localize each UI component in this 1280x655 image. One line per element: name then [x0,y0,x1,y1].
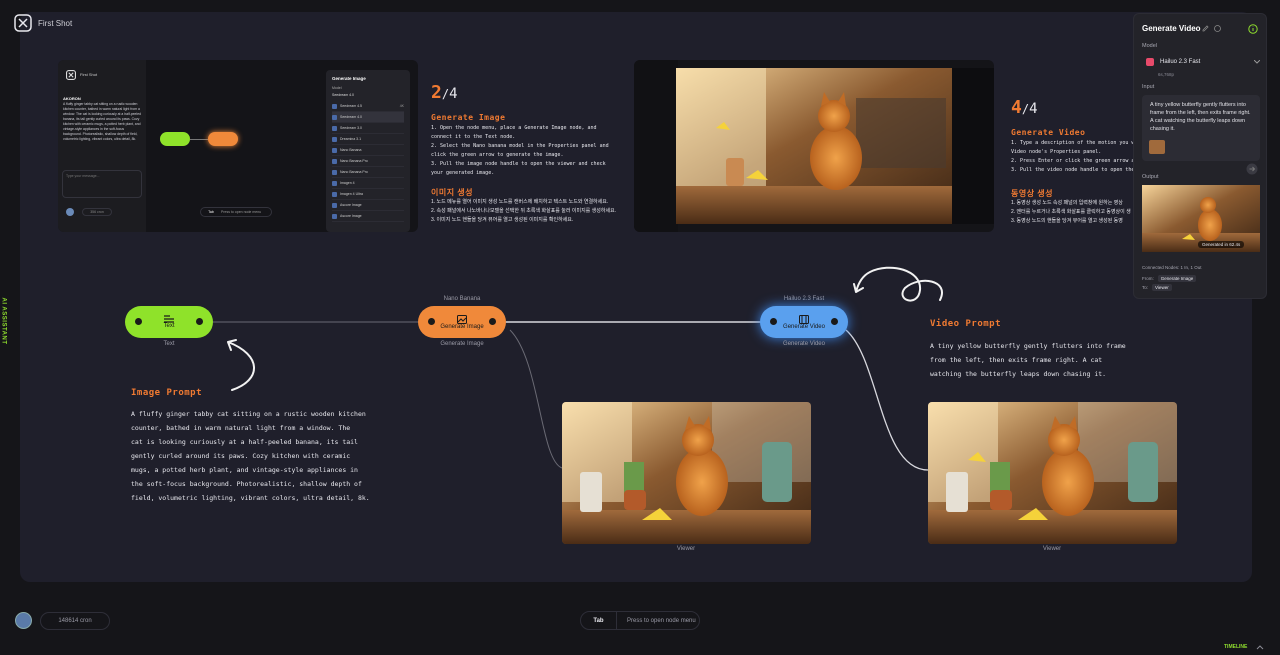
image-node-caption: Generate Image [440,341,484,347]
to-label: To: [1142,285,1149,290]
chevron-up-icon[interactable] [1256,644,1264,650]
to-node-chip[interactable]: Viewer [1152,284,1172,291]
text-line: gently curled around its paws. Cozy kitc… [131,452,351,460]
video-prompt-title: Video Prompt [930,319,1002,329]
image-prompt-title: Image Prompt [131,388,203,398]
model-logo-icon [1146,58,1154,66]
generate-video-node[interactable]: Generate Video [760,306,848,338]
video-node-model: Hailuo 2.3 Fast [783,296,825,302]
input-label: Input [1142,84,1155,90]
text-node-icon [164,315,174,323]
video-prompt-text: A tiny yellow butterfly gently flutters … [930,339,1130,381]
viewer-caption-left: Viewer [676,546,696,552]
credits-badge: 148614 cron [40,612,110,630]
input-field[interactable]: A tiny yellow butterfly gently flutters … [1142,95,1260,161]
generation-time-badge: Generated in 62.4s [1198,241,1245,248]
properties-panel: Generate Video Model Hailuo 2.3 Fast 6s,… [1133,13,1267,299]
arrow-doodle-icon [853,266,943,302]
video-node-caption: Generate Video [783,341,825,347]
output-label: Output [1142,174,1159,180]
text-line: from the left, then exits frame right. A… [930,356,1103,364]
user-avatar[interactable] [15,612,32,629]
connected-nodes: Connected Nodes: 1 In, 1 Out [1142,265,1202,270]
input-image-thumbnail[interactable] [1149,140,1165,154]
viewer-image-right[interactable] [928,402,1177,544]
tab-hint: Press to open node menu [627,617,696,624]
text-line: field, volumetric lighting, vibrant colo… [131,494,370,502]
text-line: cat is looking curiously at a half-peele… [131,438,358,446]
help-icon[interactable] [1248,24,1258,34]
text-line: mugs, a potted herb plant, and vintage-s… [131,466,358,474]
text-line: A fluffy ginger tabby cat sitting on a r… [131,410,366,418]
text-line: the soft-focus background. Photorealisti… [131,480,362,488]
arrow-doodle-icon [227,339,255,391]
generate-arrow-icon[interactable] [1246,163,1258,175]
chevron-down-icon [1254,60,1260,64]
generate-image-node[interactable]: Generate Image [418,306,506,338]
from-label: From: [1142,276,1154,281]
from-node-chip[interactable]: Generate Image [1157,275,1197,282]
model-spec: 6s,768p [1158,72,1175,77]
model-select[interactable]: Hailuo 2.3 Fast [1142,54,1260,70]
node-menu-hint[interactable]: Tab Press to open node menu [580,611,700,630]
text-node[interactable]: Text [125,306,213,338]
model-label: Model [1142,43,1157,49]
info-icon[interactable] [1214,25,1221,32]
text-node-caption: Text [163,341,175,347]
viewer-image-left[interactable] [562,402,811,544]
text-line: watching the butterfly leaps down chasin… [930,370,1107,378]
tab-key: Tab [581,612,617,629]
timeline-toggle[interactable]: TIMELINE [1224,644,1247,650]
panel-title: Generate Video [1142,24,1201,33]
image-prompt-text: A fluffy ginger tabby cat sitting on a r… [131,407,371,505]
text-line: counter, bathed in warm natural light fr… [131,424,351,432]
image-icon [457,314,467,324]
image-node-model: Nano Banana [443,296,481,302]
text-line: A tiny yellow butterfly gently flutters … [930,342,1126,350]
edit-icon[interactable] [1202,25,1209,32]
film-icon [799,314,809,324]
viewer-caption-right: Viewer [1042,546,1062,552]
